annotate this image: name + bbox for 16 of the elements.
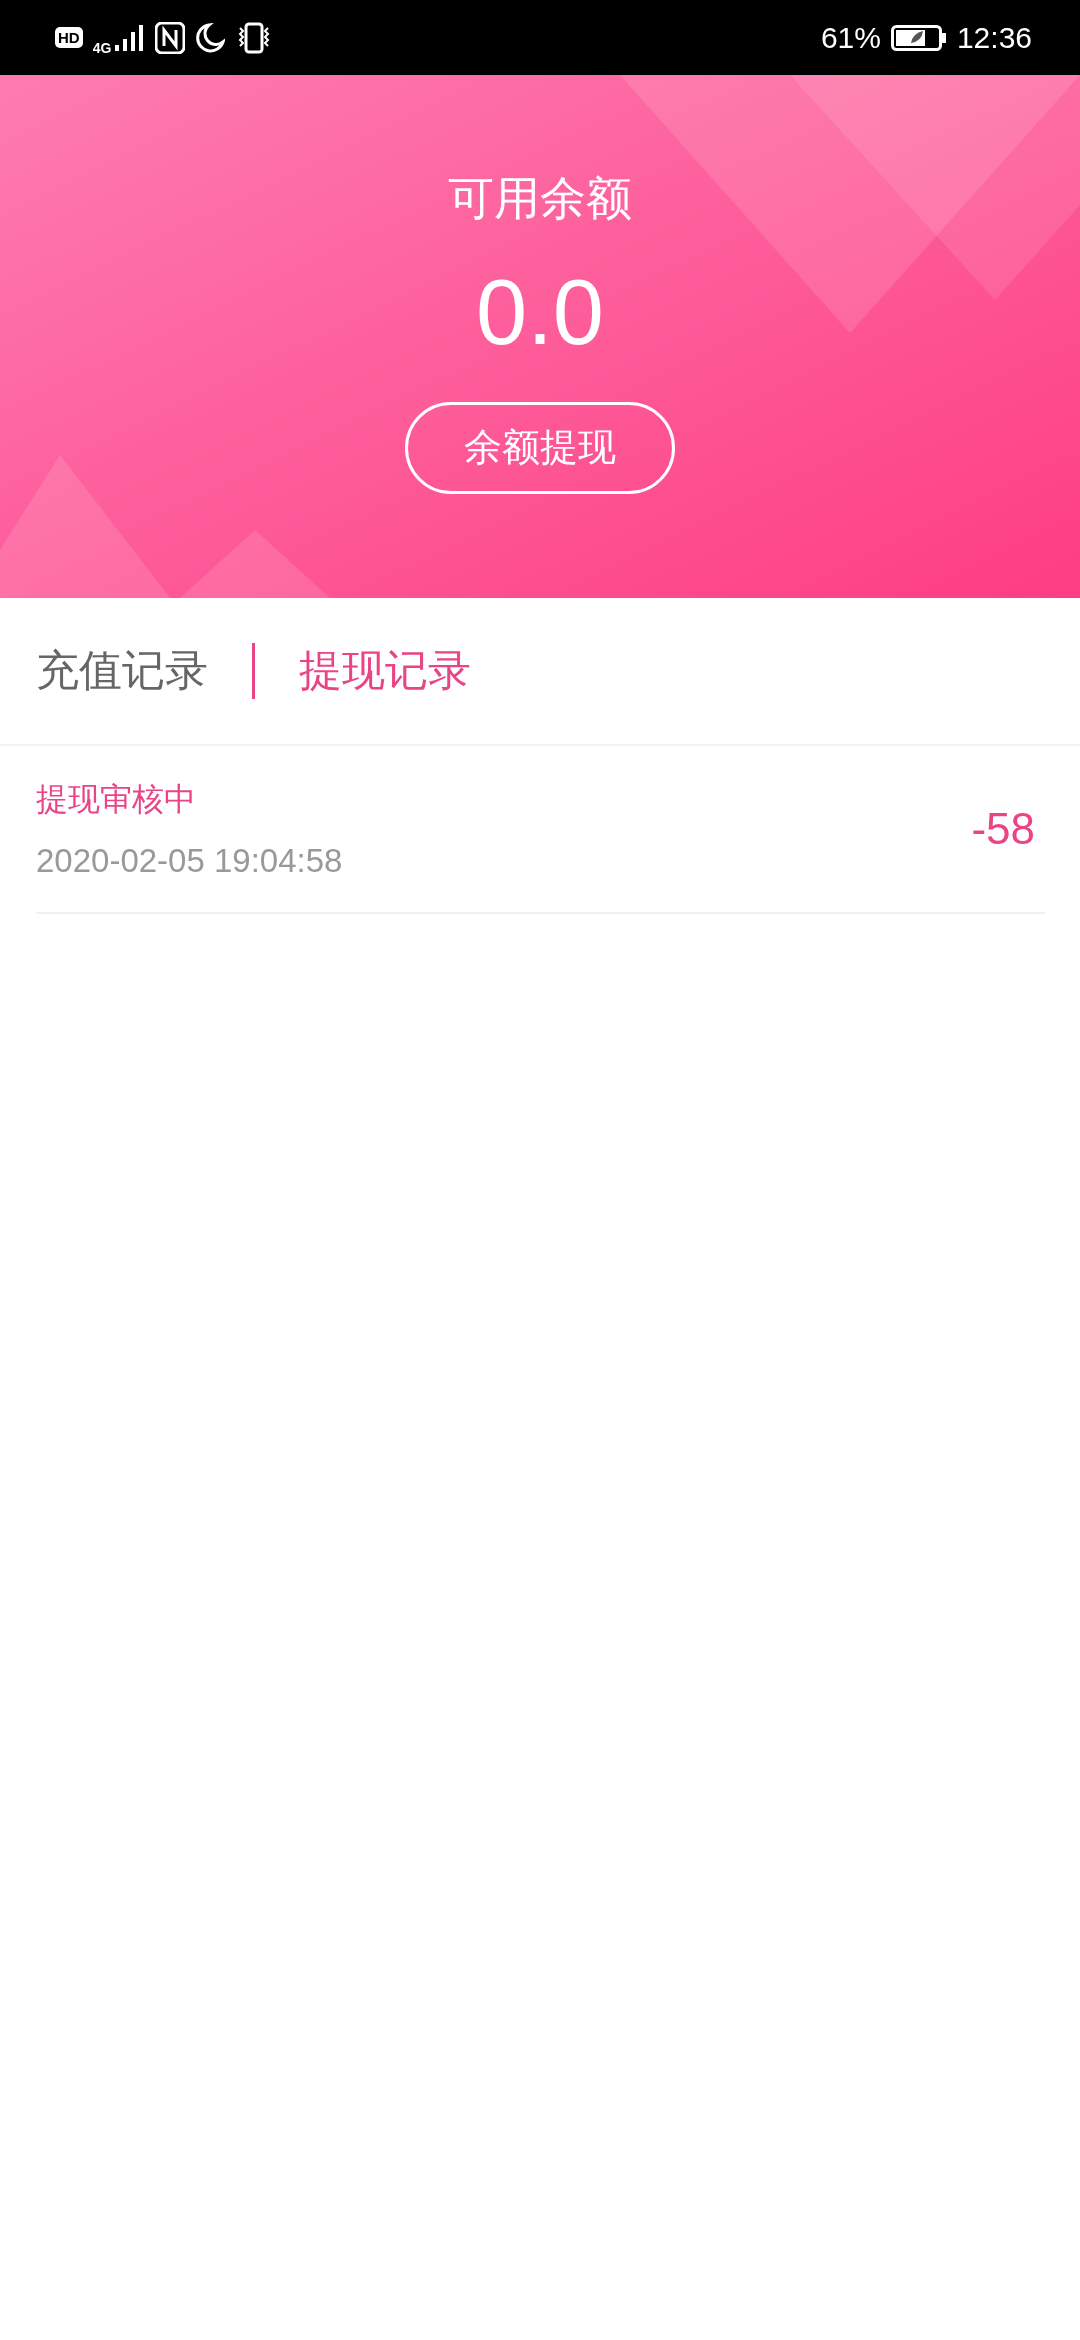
nfc-icon [155, 21, 186, 54]
record-tab[interactable]: 提现记录 [299, 642, 471, 700]
battery-percent: 61% [820, 20, 881, 55]
clock: 12:36 [956, 20, 1032, 55]
record-amount: -58 [971, 804, 1035, 854]
balance-amount: 0.0 [476, 265, 604, 358]
balance-title: 可用余额 [448, 173, 632, 224]
record-time: 2020-02-05 19:04:58 [36, 842, 344, 880]
hd-badge: HD [55, 27, 83, 48]
battery-icon [890, 24, 947, 51]
signal-icon [115, 24, 146, 51]
record-tab[interactable]: 充值记录 [36, 642, 208, 700]
moon-icon [195, 22, 226, 53]
record-status: 提现审核中 [36, 779, 197, 820]
network-type: 4G [92, 39, 112, 56]
withdraw-button[interactable]: 余额提现 [405, 401, 675, 494]
